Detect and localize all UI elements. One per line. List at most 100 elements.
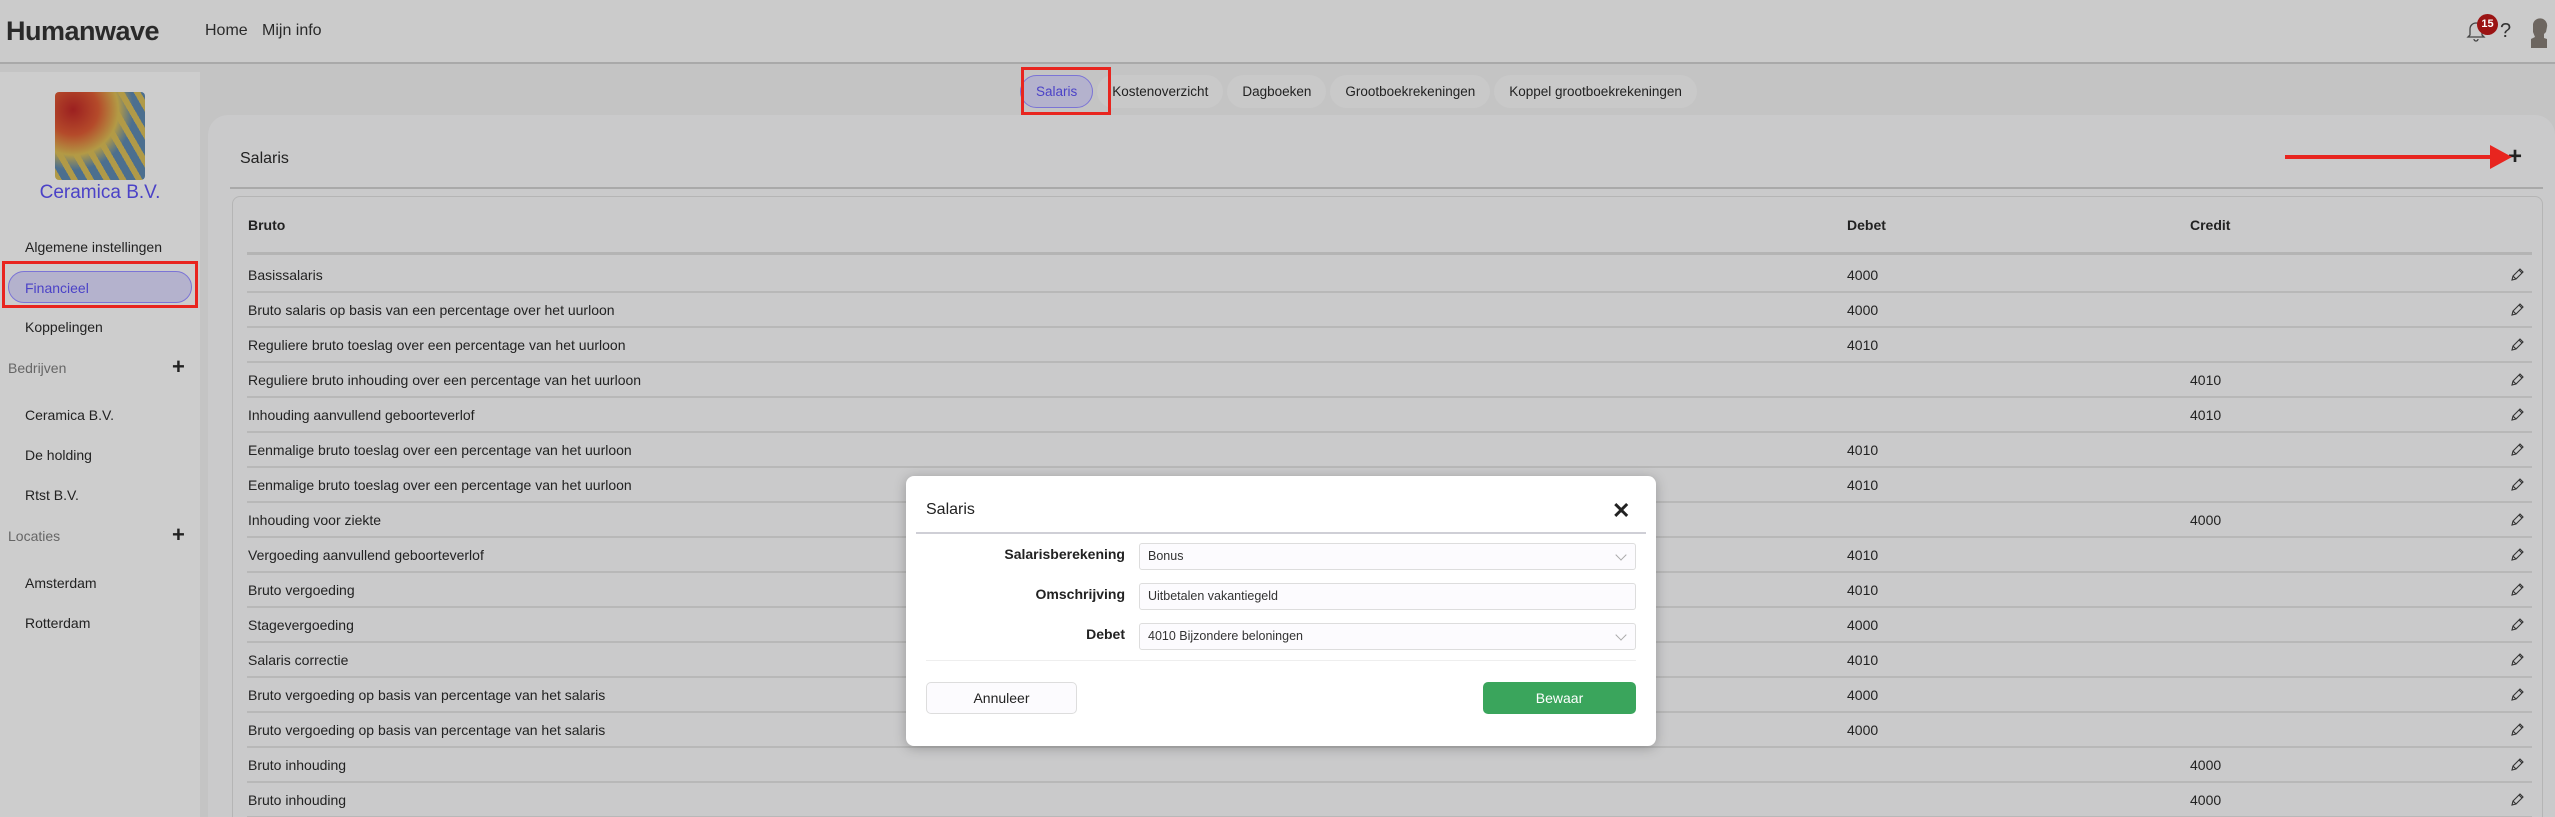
modal-title: Salaris — [926, 501, 975, 518]
row-bruto: Eenmalige bruto toeslag over een percent… — [248, 476, 632, 493]
card-title: Salaris — [240, 150, 289, 167]
row-bruto: Salaris correctie — [248, 651, 349, 668]
annotation-highlight — [1021, 67, 1111, 115]
divider — [926, 660, 1636, 661]
pencil-icon[interactable] — [2509, 407, 2525, 423]
tab-kostenoverzicht[interactable]: Kostenoverzicht — [1097, 75, 1224, 108]
pencil-icon[interactable] — [2509, 582, 2525, 598]
annotation-highlight — [2, 261, 198, 308]
omschrijving-input[interactable]: Uitbetalen vakantiegeld — [1139, 583, 1636, 610]
pencil-icon[interactable] — [2509, 722, 2525, 738]
annotation-arrow — [2285, 145, 2512, 169]
row-bruto: Bruto salaris op basis van een percentag… — [248, 301, 615, 318]
sidebar-item-algemene-instellingen[interactable]: Algemene instellingen — [8, 231, 192, 263]
pencil-icon[interactable] — [2509, 267, 2525, 283]
pencil-icon[interactable] — [2509, 512, 2525, 528]
row-bruto: Vergoeding aanvullend geboorteverlof — [248, 546, 484, 563]
row-bruto: Inhouding aanvullend geboorteverlof — [248, 406, 475, 423]
salarisberekening-value: Bonus — [1148, 549, 1184, 563]
row-bruto: Basissalaris — [248, 266, 323, 283]
table-row[interactable]: Bruto salaris op basis van een percentag… — [247, 293, 2532, 328]
row-debet: 4010 — [1847, 581, 1879, 598]
divider — [916, 532, 1646, 534]
table-row[interactable]: Eenmalige bruto toeslag over een percent… — [247, 433, 2532, 468]
row-bruto: Bruto vergoeding op basis van percentage… — [248, 686, 606, 703]
sidebar-item-rotterdam[interactable]: Rotterdam — [8, 607, 192, 639]
table-row[interactable]: Reguliere bruto inhouding over een perce… — [247, 363, 2532, 398]
pencil-icon[interactable] — [2509, 337, 2525, 353]
app-logo[interactable]: Humanwave — [6, 16, 160, 47]
row-debet: 4000 — [1847, 301, 1879, 318]
notification-badge: 15 — [2477, 14, 2498, 35]
row-bruto: Bruto inhouding — [248, 791, 347, 808]
row-credit: 4010 — [2190, 371, 2222, 388]
table-row[interactable]: Basissalaris 4000 — [247, 258, 2532, 293]
row-bruto: Eenmalige bruto toeslag over een percent… — [248, 441, 632, 458]
pencil-icon[interactable] — [2509, 442, 2525, 458]
row-debet: 4010 — [1847, 546, 1879, 563]
tab-koppel-grootboekrekeningen[interactable]: Koppel grootboekrekeningen — [1494, 75, 1697, 108]
tab-dagboeken[interactable]: Dagboeken — [1227, 75, 1327, 108]
row-bruto: Bruto inhouding — [248, 756, 347, 773]
cancel-button[interactable]: Annuleer — [926, 682, 1077, 714]
pencil-icon[interactable] — [2509, 652, 2525, 668]
table-row[interactable]: Bruto inhouding 4000 — [247, 748, 2532, 783]
header-bruto[interactable]: Bruto — [248, 217, 285, 233]
table-row[interactable]: Inhouding aanvullend geboorteverlof 4010 — [247, 398, 2532, 433]
pencil-icon[interactable] — [2509, 302, 2525, 318]
company-name: Ceramica B.V. — [39, 182, 161, 203]
chevron-down-icon — [1615, 629, 1627, 641]
pencil-icon[interactable] — [2509, 477, 2525, 493]
header-debet[interactable]: Debet — [1847, 217, 1886, 233]
pencil-icon[interactable] — [2509, 757, 2525, 773]
company-logo — [55, 92, 145, 180]
row-debet: 4000 — [1847, 616, 1879, 633]
nav-home[interactable]: Home — [205, 22, 248, 40]
locaties-heading: Locaties — [8, 528, 61, 544]
sidebar-item-de-holding[interactable]: De holding — [8, 439, 192, 471]
sidebar-item-ceramica[interactable]: Ceramica B.V. — [8, 399, 192, 431]
pencil-icon[interactable] — [2509, 547, 2525, 563]
table-row[interactable]: Reguliere bruto toeslag over een percent… — [247, 328, 2532, 363]
avatar[interactable] — [2528, 18, 2548, 48]
pencil-icon[interactable] — [2509, 372, 2525, 388]
close-icon[interactable]: ✕ — [1612, 498, 1630, 524]
row-credit: 4000 — [2190, 511, 2222, 528]
save-button[interactable]: Bewaar — [1483, 682, 1636, 714]
help-icon[interactable]: ? — [2500, 20, 2511, 43]
row-debet: 4010 — [1847, 651, 1879, 668]
tab-bar: Salaris Kostenoverzicht Dagboeken Grootb… — [1020, 75, 1697, 108]
row-debet: 4010 — [1847, 336, 1879, 353]
row-bruto: Reguliere bruto inhouding over een perce… — [248, 371, 642, 388]
top-bar: Humanwave Home Mijn info 15 ? — [0, 0, 2555, 64]
table-header: Bruto Debet Credit — [247, 197, 2532, 255]
pencil-icon[interactable] — [2509, 687, 2525, 703]
debet-label: Debet — [1086, 626, 1125, 642]
row-bruto: Inhouding voor ziekte — [248, 511, 382, 528]
row-credit: 4010 — [2190, 406, 2222, 423]
row-debet: 4010 — [1847, 476, 1879, 493]
row-debet: 4000 — [1847, 686, 1879, 703]
add-bedrijf-button[interactable]: + — [172, 354, 185, 380]
sidebar: Ceramica B.V. Algemene instellingen Fina… — [0, 72, 200, 817]
nav-mijn-info[interactable]: Mijn info — [262, 22, 322, 40]
pencil-icon[interactable] — [2509, 617, 2525, 633]
header-credit[interactable]: Credit — [2190, 217, 2230, 233]
salaris-modal: Salaris ✕ Salarisberekening Bonus Omschr… — [906, 476, 1656, 746]
sidebar-item-koppelingen[interactable]: Koppelingen — [8, 311, 192, 343]
row-debet: 4000 — [1847, 266, 1879, 283]
row-debet: 4010 — [1847, 441, 1879, 458]
sidebar-item-amsterdam[interactable]: Amsterdam — [8, 567, 192, 599]
debet-select[interactable]: 4010 Bijzondere beloningen — [1139, 623, 1636, 650]
tab-grootboekrekeningen[interactable]: Grootboekrekeningen — [1330, 75, 1491, 108]
row-bruto: Reguliere bruto toeslag over een percent… — [248, 336, 626, 353]
add-locatie-button[interactable]: + — [172, 522, 185, 548]
row-credit: 4000 — [2190, 791, 2222, 808]
omschrijving-label: Omschrijving — [1035, 586, 1125, 602]
sidebar-item-rtst[interactable]: Rtst B.V. — [8, 479, 192, 511]
table-row[interactable]: Bruto inhouding 4000 — [247, 783, 2532, 817]
pencil-icon[interactable] — [2509, 792, 2525, 808]
chevron-down-icon — [1615, 549, 1627, 561]
row-bruto: Bruto vergoeding — [248, 581, 355, 598]
salarisberekening-select[interactable]: Bonus — [1139, 543, 1636, 570]
